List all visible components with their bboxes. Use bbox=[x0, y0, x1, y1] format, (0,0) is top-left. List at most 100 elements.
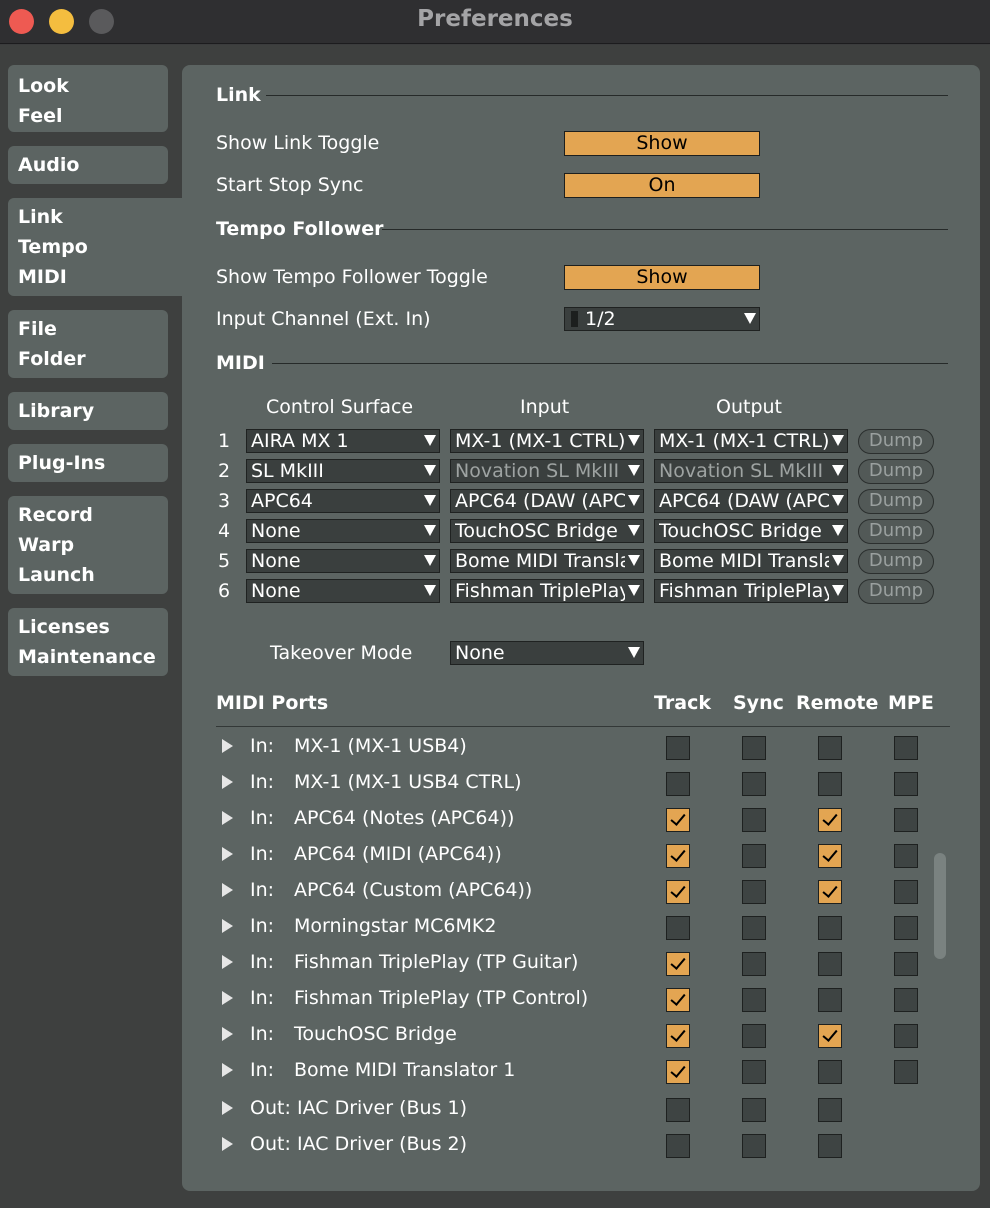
remote-checkbox[interactable] bbox=[818, 1060, 842, 1084]
midi-output-dropdown[interactable]: Bome MIDI Translator bbox=[654, 549, 848, 573]
dump-button[interactable]: Dump bbox=[858, 459, 934, 484]
remote-checkbox[interactable] bbox=[818, 916, 842, 940]
remote-checkbox[interactable] bbox=[818, 1134, 842, 1158]
sync-checkbox[interactable] bbox=[742, 808, 766, 832]
midi-output-dropdown[interactable]: TouchOSC Bridge bbox=[654, 519, 848, 543]
sync-checkbox[interactable] bbox=[742, 880, 766, 904]
mpe-checkbox[interactable] bbox=[894, 736, 918, 760]
expand-triangle-icon[interactable] bbox=[222, 1027, 233, 1041]
midi-input-dropdown[interactable]: MX-1 (MX-1 CTRL) bbox=[450, 429, 644, 453]
sync-checkbox[interactable] bbox=[742, 1098, 766, 1122]
remote-checkbox[interactable] bbox=[818, 1098, 842, 1122]
sync-checkbox[interactable] bbox=[742, 1134, 766, 1158]
midi-input-dropdown[interactable]: APC64 (DAW (APC64)) bbox=[450, 489, 644, 513]
remote-checkbox[interactable] bbox=[818, 844, 842, 868]
midi-input-dropdown[interactable]: Novation SL MkIII bbox=[450, 459, 644, 483]
track-checkbox[interactable] bbox=[666, 772, 690, 796]
tab-licenses-maintenance[interactable]: Licenses Maintenance bbox=[8, 608, 168, 676]
ports-scrollbar[interactable] bbox=[934, 853, 946, 959]
expand-triangle-icon[interactable] bbox=[222, 739, 233, 753]
track-checkbox[interactable] bbox=[666, 916, 690, 940]
expand-triangle-icon[interactable] bbox=[222, 775, 233, 789]
control-surface-dropdown[interactable]: APC64 bbox=[246, 489, 440, 513]
track-checkbox[interactable] bbox=[666, 1060, 690, 1084]
dump-button[interactable]: Dump bbox=[858, 429, 934, 454]
expand-triangle-icon[interactable] bbox=[222, 919, 233, 933]
track-checkbox[interactable] bbox=[666, 988, 690, 1012]
sync-checkbox[interactable] bbox=[742, 1060, 766, 1084]
expand-triangle-icon[interactable] bbox=[222, 991, 233, 1005]
control-surface-dropdown[interactable]: None bbox=[246, 579, 440, 603]
track-checkbox[interactable] bbox=[666, 1024, 690, 1048]
control-surface-dropdown[interactable]: AIRA MX 1 bbox=[246, 429, 440, 453]
sync-checkbox[interactable] bbox=[742, 952, 766, 976]
tab-record-warp-launch[interactable]: Record Warp Launch bbox=[8, 496, 168, 594]
control-surface-dropdown[interactable]: None bbox=[246, 549, 440, 573]
tab-look-feel[interactable]: Look Feel bbox=[8, 65, 168, 132]
sync-checkbox[interactable] bbox=[742, 844, 766, 868]
remote-checkbox[interactable] bbox=[818, 808, 842, 832]
remote-checkbox[interactable] bbox=[818, 880, 842, 904]
tab-link-tempo-midi[interactable]: Link Tempo MIDI bbox=[8, 198, 190, 296]
control-surface-dropdown[interactable]: None bbox=[246, 519, 440, 543]
show-link-toggle-button[interactable]: Show bbox=[564, 131, 760, 156]
dump-button[interactable]: Dump bbox=[858, 579, 934, 604]
sync-checkbox[interactable] bbox=[742, 1024, 766, 1048]
dump-button[interactable]: Dump bbox=[858, 549, 934, 574]
port-name: APC64 (MIDI (APC64)) bbox=[294, 843, 502, 865]
midi-output-dropdown[interactable]: MX-1 (MX-1 CTRL) bbox=[654, 429, 848, 453]
mpe-checkbox[interactable] bbox=[894, 808, 918, 832]
track-checkbox[interactable] bbox=[666, 808, 690, 832]
remote-checkbox[interactable] bbox=[818, 952, 842, 976]
midi-output-dropdown[interactable]: Novation SL MkIII bbox=[654, 459, 848, 483]
expand-triangle-icon[interactable] bbox=[222, 811, 233, 825]
expand-triangle-icon[interactable] bbox=[222, 847, 233, 861]
chevron-down-icon bbox=[744, 313, 756, 324]
mpe-checkbox[interactable] bbox=[894, 952, 918, 976]
expand-triangle-icon[interactable] bbox=[222, 883, 233, 897]
expand-triangle-icon[interactable] bbox=[222, 955, 233, 969]
tab-plug-ins[interactable]: Plug-Ins bbox=[8, 444, 168, 482]
mpe-checkbox[interactable] bbox=[894, 880, 918, 904]
control-surface-col-header: Control Surface bbox=[266, 396, 414, 418]
dump-button[interactable]: Dump bbox=[858, 489, 934, 514]
input-channel-dropdown[interactable]: 1/2 bbox=[564, 307, 760, 331]
mpe-checkbox[interactable] bbox=[894, 1060, 918, 1084]
control-surface-dropdown[interactable]: SL MkIII bbox=[246, 459, 440, 483]
expand-triangle-icon[interactable] bbox=[222, 1063, 233, 1077]
track-checkbox[interactable] bbox=[666, 1098, 690, 1122]
remote-checkbox[interactable] bbox=[818, 736, 842, 760]
remote-checkbox[interactable] bbox=[818, 988, 842, 1012]
takeover-mode-dropdown[interactable]: None bbox=[450, 641, 644, 665]
sync-checkbox[interactable] bbox=[742, 916, 766, 940]
midi-output-dropdown[interactable]: APC64 (DAW (APC64)) bbox=[654, 489, 848, 513]
start-stop-sync-button[interactable]: On bbox=[564, 173, 760, 198]
mpe-checkbox[interactable] bbox=[894, 988, 918, 1012]
expand-triangle-icon[interactable] bbox=[222, 1101, 233, 1115]
mpe-checkbox[interactable] bbox=[894, 844, 918, 868]
sync-checkbox[interactable] bbox=[742, 988, 766, 1012]
tab-file-folder[interactable]: File Folder bbox=[8, 310, 168, 378]
midi-output-dropdown[interactable]: Fishman TriplePlay bbox=[654, 579, 848, 603]
expand-triangle-icon[interactable] bbox=[222, 1137, 233, 1151]
level-meter bbox=[569, 311, 578, 327]
midi-input-dropdown[interactable]: Bome MIDI Translator bbox=[450, 549, 644, 573]
track-checkbox[interactable] bbox=[666, 844, 690, 868]
track-checkbox[interactable] bbox=[666, 736, 690, 760]
remote-checkbox[interactable] bbox=[818, 772, 842, 796]
mpe-checkbox[interactable] bbox=[894, 1024, 918, 1048]
track-checkbox[interactable] bbox=[666, 952, 690, 976]
remote-checkbox[interactable] bbox=[818, 1024, 842, 1048]
midi-input-dropdown[interactable]: Fishman TriplePlay bbox=[450, 579, 644, 603]
show-tempo-follower-button[interactable]: Show bbox=[564, 265, 760, 290]
dump-button[interactable]: Dump bbox=[858, 519, 934, 544]
tab-library[interactable]: Library bbox=[8, 392, 168, 430]
sync-checkbox[interactable] bbox=[742, 772, 766, 796]
track-checkbox[interactable] bbox=[666, 880, 690, 904]
mpe-checkbox[interactable] bbox=[894, 772, 918, 796]
track-checkbox[interactable] bbox=[666, 1134, 690, 1158]
midi-input-dropdown[interactable]: TouchOSC Bridge bbox=[450, 519, 644, 543]
mpe-checkbox[interactable] bbox=[894, 916, 918, 940]
sync-checkbox[interactable] bbox=[742, 736, 766, 760]
tab-audio[interactable]: Audio bbox=[8, 146, 168, 184]
